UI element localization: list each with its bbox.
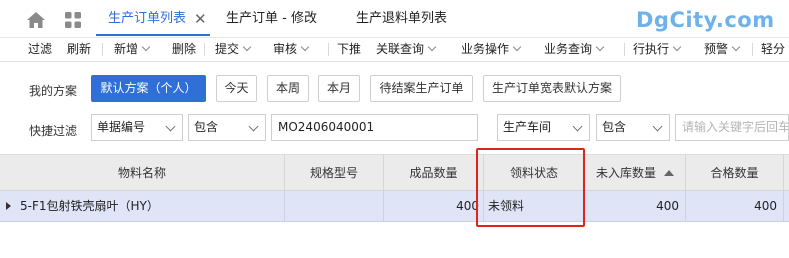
business-operation-label: 业务操作 [461, 42, 510, 56]
filter-operator-select[interactable]: 包含 [188, 114, 266, 141]
business-operation-menu[interactable]: 业务操作 [461, 38, 522, 60]
submit-menu[interactable]: 提交 [215, 38, 252, 60]
related-query-menu[interactable]: 关联查询 [376, 38, 437, 60]
chevron-down-icon [165, 121, 176, 132]
chevron-down-icon [512, 42, 522, 52]
scheme-label: 我的方案 [29, 84, 78, 98]
scheme-this-week-button[interactable]: 本周 [267, 75, 309, 102]
column-header-material-name[interactable]: 物料名称 [0, 155, 285, 191]
grid-icon[interactable] [64, 11, 82, 29]
cell-finished-qty[interactable]: 400 [384, 191, 484, 221]
chevron-down-icon [652, 121, 663, 132]
toolbar-divider [752, 43, 753, 56]
audit-menu[interactable]: 审核 [273, 38, 310, 60]
cell-not-stored-qty[interactable]: 400 [585, 191, 686, 221]
column-header-pick-status[interactable]: 领料状态 [484, 155, 585, 191]
tab-production-return-list[interactable]: 生产退料单列表 [356, 0, 447, 38]
filter-keyword-input[interactable]: 请输入关键字后回车 [675, 114, 789, 141]
column-header-spec[interactable]: 规格型号 [285, 155, 384, 191]
cell-pick-status[interactable]: 未领料 [484, 191, 585, 221]
cell-qualified-qty[interactable]: 400 [686, 191, 784, 221]
warning-label: 预警 [704, 42, 729, 56]
active-tab-indicator [96, 34, 210, 36]
tab-production-order-edit[interactable]: 生产订单 - 修改 [226, 0, 317, 38]
tab-production-order-list[interactable]: 生产订单列表 [108, 0, 186, 38]
light-analysis-menu[interactable]: 轻分 [761, 38, 785, 60]
scheme-wide-table-button[interactable]: 生产订单宽表默认方案 [483, 75, 621, 102]
audit-label: 审核 [273, 42, 298, 56]
refresh-button[interactable]: 刷新 [67, 38, 91, 60]
filter-operator2-value: 包含 [602, 120, 627, 134]
watermark-logo: DgCity.com [636, 8, 775, 32]
push-down-button[interactable]: 下推 [337, 38, 361, 60]
chevron-down-icon [572, 121, 583, 132]
add-label: 新增 [114, 42, 139, 56]
submit-label: 提交 [215, 42, 240, 56]
scheme-today-button[interactable]: 今天 [216, 75, 257, 102]
cell-material-name[interactable]: 5-F1包射铁壳扇叶（HY） [0, 191, 285, 221]
filter-field2-value: 生产车间 [503, 120, 552, 134]
quick-filter-label: 快捷过滤 [29, 124, 78, 138]
chevron-down-icon [427, 42, 437, 52]
add-menu[interactable]: 新增 [114, 38, 151, 60]
scheme-this-month-button[interactable]: 本月 [318, 75, 360, 102]
home-icon[interactable] [26, 11, 46, 29]
column-header-not-stored-label: 未入库数量 [595, 166, 656, 180]
filter-field2-select[interactable]: 生产车间 [497, 114, 590, 141]
filter-operator2-select[interactable]: 包含 [596, 114, 670, 141]
toolbar-divider [204, 43, 205, 56]
chevron-down-icon [141, 42, 151, 52]
toolbar-divider [102, 43, 103, 56]
related-query-label: 关联查询 [376, 42, 425, 56]
row-execute-menu[interactable]: 行执行 [633, 38, 682, 60]
chevron-down-icon [248, 121, 259, 132]
filter-operator-value: 包含 [194, 120, 219, 134]
sort-ascending-icon[interactable] [664, 170, 674, 176]
warning-menu[interactable]: 预警 [704, 38, 741, 60]
scheme-pending-close-button[interactable]: 待结案生产订单 [370, 75, 473, 102]
toolbar: 过滤 刷新 新增 删除 提交 审核 下推 关联查询 业务操作 业务查询 行执行 … [0, 38, 789, 62]
business-query-label: 业务查询 [544, 42, 593, 56]
filter-value-input[interactable]: MO2406040001 [271, 114, 478, 141]
row-execute-label: 行执行 [633, 42, 670, 56]
close-icon[interactable]: ✕ [194, 0, 207, 38]
table-row[interactable]: 5-F1包射铁壳扇叶（HY） 400 未领料 400 400 [0, 191, 789, 222]
chevron-down-icon [595, 42, 605, 52]
filter-button[interactable]: 过滤 [28, 38, 52, 60]
toolbar-divider [328, 43, 329, 56]
chevron-down-icon [242, 42, 252, 52]
chevron-down-icon [731, 42, 741, 52]
scheme-default-button[interactable]: 默认方案（个人） [91, 75, 206, 102]
toolbar-divider [624, 43, 625, 56]
chevron-down-icon [672, 42, 682, 52]
delete-button[interactable]: 删除 [172, 38, 196, 60]
tab-bar: 生产订单列表 ✕ 生产订单 - 修改 生产退料单列表 DgCity.com [0, 0, 789, 38]
column-header-qualified-qty[interactable]: 合格数量 [686, 155, 784, 191]
filter-field-select[interactable]: 单据编号 [91, 114, 183, 141]
cell-spec[interactable] [285, 191, 384, 221]
filter-field-value: 单据编号 [97, 120, 146, 134]
grid-header: 物料名称 规格型号 成品数量 领料状态 未入库数量 合格数量 [0, 154, 789, 191]
business-query-menu[interactable]: 业务查询 [544, 38, 605, 60]
chevron-down-icon [300, 42, 310, 52]
column-header-finished-qty[interactable]: 成品数量 [384, 155, 484, 191]
column-header-not-stored-qty[interactable]: 未入库数量 [585, 155, 686, 191]
